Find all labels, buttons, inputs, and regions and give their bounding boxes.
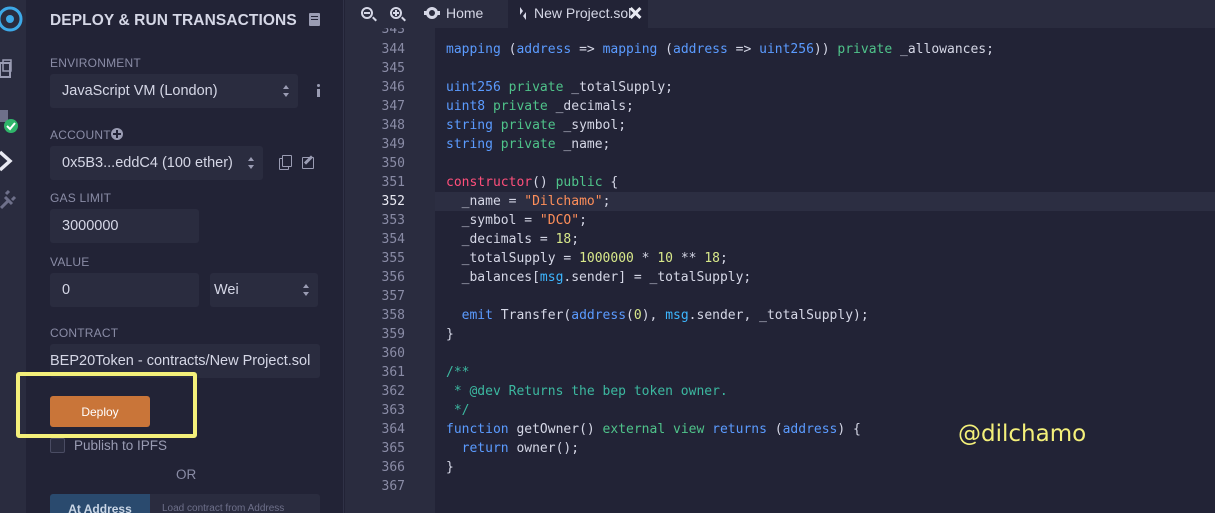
editor-tab-bar: Home New Project.sol bbox=[345, 0, 1215, 28]
code-line: 361/** bbox=[381, 365, 470, 380]
gas-limit-label: GAS LIMIT bbox=[50, 191, 112, 205]
code-line: 346 uint256 private _totalSupply; bbox=[381, 80, 673, 95]
or-label: OR bbox=[176, 467, 197, 482]
value-unit: Wei bbox=[214, 282, 239, 298]
tab-home[interactable]: Home bbox=[420, 0, 508, 28]
code-line: 345 bbox=[381, 61, 405, 76]
code-line: 358 emit Transfer(address(0), msg.sender… bbox=[381, 308, 869, 323]
code-line: 349 string private _name; bbox=[381, 137, 611, 152]
select-arrows-icon bbox=[303, 284, 309, 296]
code-line: 354 _decimals = 18; bbox=[381, 232, 580, 247]
deploy-button[interactable]: Deploy bbox=[50, 396, 150, 427]
environment-label: ENVIRONMENT bbox=[50, 56, 141, 70]
environment-select[interactable]: JavaScript VM (London) bbox=[50, 74, 298, 108]
value-unit-select[interactable]: Wei bbox=[210, 273, 318, 307]
environment-value: JavaScript VM (London) bbox=[62, 83, 218, 99]
code-line: 367 bbox=[381, 479, 405, 494]
tab-home-label: Home bbox=[446, 5, 484, 21]
code-line: 351 constructor() public { bbox=[381, 175, 619, 190]
code-line: 344 mapping (address => mapping (address … bbox=[381, 42, 994, 57]
file-explorer-icon[interactable] bbox=[0, 57, 26, 87]
zoom-out-icon[interactable] bbox=[361, 7, 373, 19]
add-account-icon[interactable] bbox=[111, 128, 123, 140]
close-icon[interactable] bbox=[629, 7, 641, 19]
account-value: 0x5B3...eddC4 (100 ether) bbox=[62, 155, 233, 171]
copy-icon[interactable] bbox=[279, 155, 292, 170]
tab-file-label: New Project.sol bbox=[534, 5, 632, 21]
home-icon bbox=[424, 7, 440, 19]
account-label: ACCOUNT bbox=[50, 128, 111, 142]
deploy-run-icon[interactable] bbox=[0, 146, 26, 176]
contract-value: BEP20Token - contracts/New Project.sol bbox=[50, 353, 311, 369]
contract-label: CONTRACT bbox=[50, 326, 119, 340]
at-address-button[interactable]: At Address bbox=[50, 494, 150, 513]
code-line: 350 bbox=[381, 156, 405, 171]
code-line: 353 _symbol = "DCO"; bbox=[381, 213, 587, 228]
code-line: 348 string private _symbol; bbox=[381, 118, 627, 133]
code-line: 343 bbox=[381, 28, 405, 37]
solidity-file-icon bbox=[520, 7, 526, 20]
value-label: VALUE bbox=[50, 255, 90, 269]
documentation-icon[interactable] bbox=[309, 13, 320, 26]
compiler-icon[interactable] bbox=[0, 106, 26, 136]
code-line: 357 bbox=[381, 289, 405, 304]
value-input[interactable]: 0 bbox=[50, 273, 199, 307]
info-icon[interactable] bbox=[315, 84, 321, 97]
code-line: 362 * @dev Returns the bep token owner. bbox=[381, 384, 728, 399]
account-select[interactable]: 0x5B3...eddC4 (100 ether) bbox=[50, 146, 263, 180]
publish-ipfs-label: Publish to IPFS bbox=[74, 438, 168, 453]
select-arrows-icon bbox=[283, 85, 289, 97]
code-line: 355 _totalSupply = 1000000 * 10 ** 18; bbox=[381, 251, 728, 266]
code-line: 363 */ bbox=[381, 403, 470, 418]
code-line-current: 352 _name = "Dilchamo"; bbox=[345, 192, 1215, 211]
panel-title: DEPLOY & RUN TRANSACTIONS bbox=[50, 12, 297, 29]
publish-ipfs-checkbox[interactable] bbox=[50, 438, 65, 453]
select-arrows-icon bbox=[248, 157, 254, 169]
zoom-in-icon[interactable] bbox=[390, 7, 402, 19]
code-line: 356 _balances[msg.sender] = _totalSupply… bbox=[381, 270, 752, 285]
watermark: @dilchamo bbox=[958, 421, 1087, 447]
code-line: 360 bbox=[381, 346, 405, 361]
code-line: 347 uint8 private _decimals; bbox=[381, 99, 634, 114]
plugin-manager-icon[interactable] bbox=[0, 186, 26, 216]
edit-icon[interactable] bbox=[302, 155, 315, 169]
gas-limit-input[interactable]: 3000000 bbox=[50, 209, 199, 243]
code-line: 359} bbox=[381, 327, 454, 342]
remix-logo-icon[interactable] bbox=[0, 4, 26, 34]
at-address-input[interactable]: Load contract from Address bbox=[150, 494, 320, 513]
code-line: 366} bbox=[381, 460, 454, 475]
tab-new-project[interactable]: New Project.sol bbox=[508, 0, 648, 28]
